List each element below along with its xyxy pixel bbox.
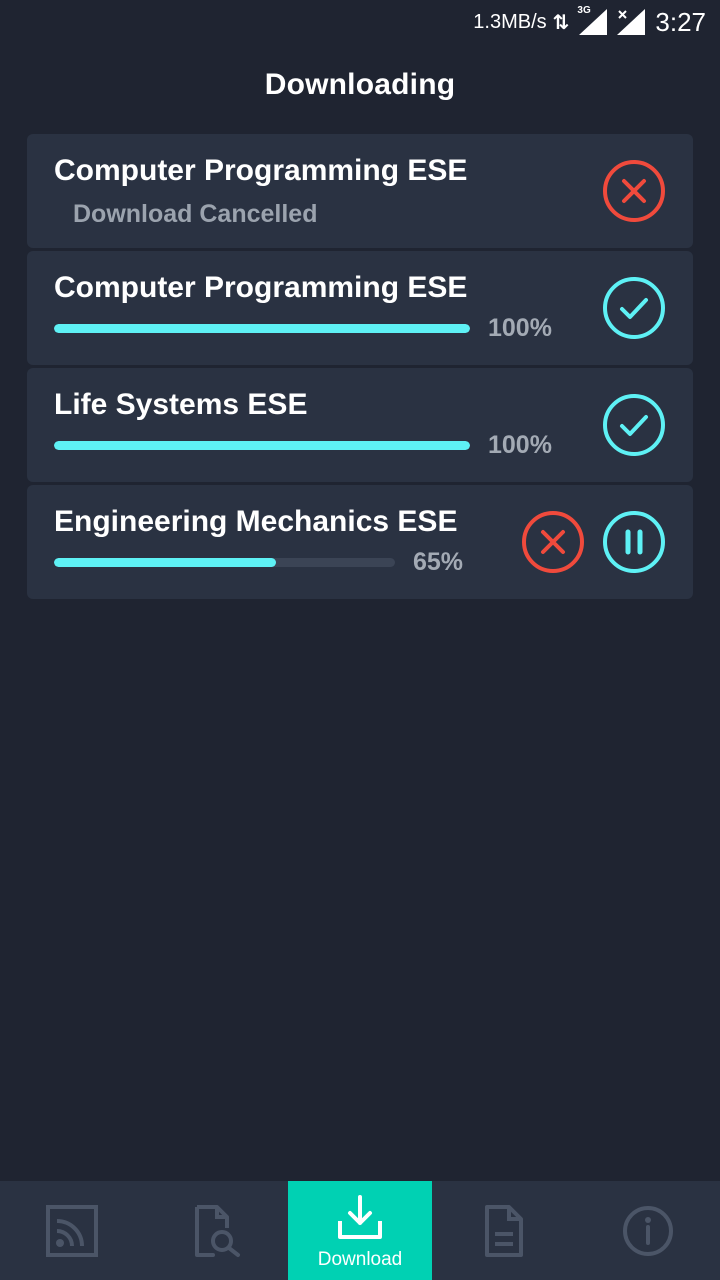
download-icon (338, 1195, 382, 1239)
document-icon (485, 1204, 523, 1257)
nav-label-download: Download (317, 1249, 403, 1270)
feed-icon (46, 1204, 98, 1257)
download-list: Computer Programming ESE Download Cancel… (27, 134, 693, 602)
download-item: Life Systems ESE 100% (27, 368, 693, 482)
progress-fill (54, 324, 470, 333)
completed-check-icon[interactable] (602, 393, 666, 457)
clock: 3:27 (655, 6, 706, 37)
cancel-download-button[interactable] (521, 510, 585, 574)
progress-bar (54, 558, 395, 567)
network-speed: 1.3MB/s (473, 10, 547, 33)
nav-item-feed[interactable] (0, 1181, 144, 1280)
download-title: Computer Programming ESE (54, 271, 468, 304)
progress-percent: 100% (488, 314, 552, 342)
status-bar: 1.3MB/s ⇅ 3G 3:27 (0, 0, 720, 44)
info-icon (623, 1205, 673, 1256)
document-search-icon (195, 1204, 240, 1257)
progress-bar (54, 324, 470, 333)
cell-signal-3g-icon: 3G (577, 5, 608, 35)
nav-item-download[interactable]: Download (288, 1181, 432, 1280)
completed-check-icon[interactable] (602, 276, 666, 340)
nav-item-documents[interactable] (432, 1181, 576, 1280)
page-title: Downloading (264, 68, 456, 101)
nav-item-search-documents[interactable] (144, 1181, 288, 1280)
network-type-label: 3G (577, 5, 591, 16)
download-title: Computer Programming ESE (54, 154, 468, 187)
progress-fill (54, 441, 470, 450)
pause-download-button[interactable] (602, 510, 666, 574)
data-activity-icon: ⇅ (552, 11, 570, 34)
download-item: Computer Programming ESE 100% (27, 251, 693, 365)
nav-item-info[interactable] (576, 1181, 720, 1280)
pause-icon (603, 511, 665, 573)
download-title: Engineering Mechanics ESE (54, 505, 458, 538)
download-title: Life Systems ESE (54, 388, 308, 421)
cell-signal-no-service-icon (617, 9, 646, 35)
progress-bar (54, 441, 470, 450)
downloads-screen: 1.3MB/s ⇅ 3G 3:27 Downloading Computer P… (0, 0, 720, 1280)
cancelled-icon[interactable] (602, 159, 666, 223)
progress-percent: 100% (488, 431, 552, 459)
download-item: Engineering Mechanics ESE 65% (27, 485, 693, 599)
bottom-navigation: Download (0, 1181, 720, 1280)
progress-fill (54, 558, 276, 567)
progress-percent: 65% (413, 548, 464, 576)
download-status: Download Cancelled (73, 200, 318, 228)
download-item: Computer Programming ESE Download Cancel… (27, 134, 693, 248)
cancel-icon (522, 511, 584, 573)
